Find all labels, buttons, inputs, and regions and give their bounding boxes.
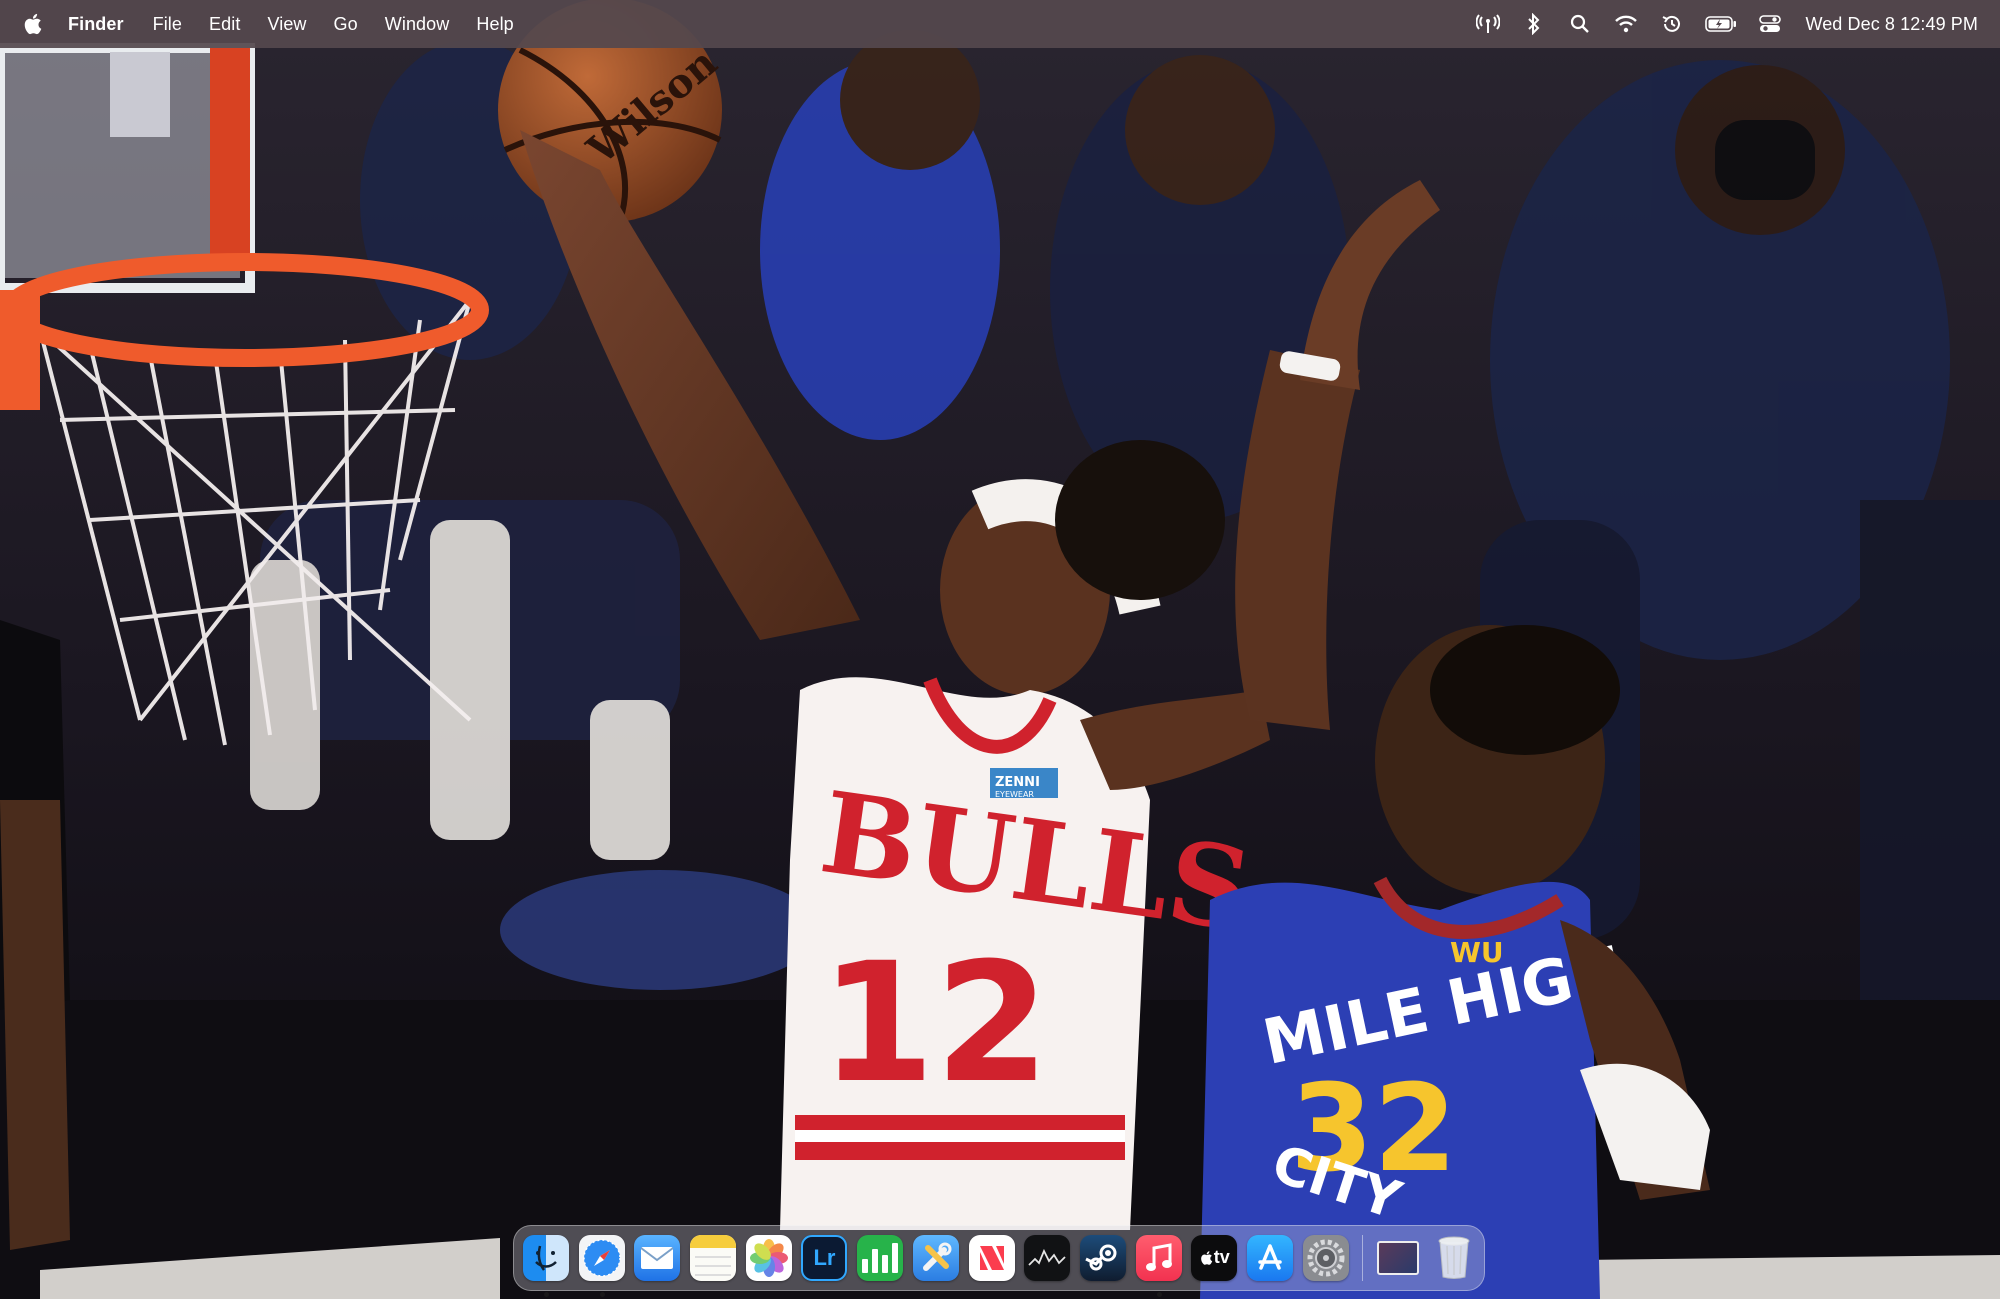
bulls-jersey-number: 12 — [820, 927, 1050, 1119]
wu-patch-text: WU — [1450, 936, 1504, 969]
dock-app-tools[interactable] — [912, 1234, 960, 1282]
menu-file[interactable]: File — [153, 14, 182, 35]
notes-icon — [690, 1234, 737, 1281]
apple-menu-icon[interactable] — [22, 12, 44, 36]
menu-edit[interactable]: Edit — [209, 14, 240, 35]
lightroom-icon: Lr — [801, 1234, 848, 1281]
trash-icon — [1431, 1235, 1477, 1281]
dock-downloads-stack[interactable] — [1375, 1235, 1422, 1282]
apple-tv-icon: tv — [1191, 1234, 1238, 1281]
menu-view[interactable]: View — [267, 14, 306, 35]
zenni-patch-text: ZENNI — [995, 775, 1040, 790]
finder-icon — [523, 1234, 569, 1281]
menu-go[interactable]: Go — [334, 14, 358, 35]
spotlight-search-icon[interactable] — [1567, 13, 1593, 35]
apple-tv-label: tv — [1213, 1247, 1230, 1267]
photos-icon — [745, 1234, 792, 1281]
news-icon — [968, 1234, 1015, 1281]
bluetooth-icon[interactable] — [1521, 13, 1547, 35]
desktop-wallpaper: Wilson BULLS 12 ZENNI EYEWEAR MILE HIGH … — [0, 0, 2000, 1299]
dock-app-photos[interactable] — [745, 1234, 793, 1282]
menu-bar: Finder File Edit View Go Window Help Wed… — [0, 0, 2000, 48]
dock-app-finder[interactable] — [523, 1234, 570, 1297]
dock: Lr tv — [513, 1225, 1485, 1297]
mail-icon — [634, 1234, 681, 1281]
running-indicator — [544, 1291, 549, 1297]
battery-charging-icon[interactable] — [1705, 13, 1737, 35]
dock-app-system-preferences[interactable] — [1302, 1234, 1350, 1282]
dock-app-news[interactable] — [968, 1234, 1016, 1282]
steam-icon — [1079, 1234, 1126, 1281]
music-icon — [1135, 1234, 1182, 1281]
stocks-icon — [1024, 1234, 1071, 1281]
menu-help[interactable]: Help — [476, 14, 513, 35]
dock-app-notes[interactable] — [690, 1234, 737, 1282]
menu-app-finder[interactable]: Finder — [68, 14, 124, 35]
dock-app-apple-tv[interactable]: tv — [1191, 1234, 1238, 1282]
dock-app-mail[interactable] — [634, 1234, 681, 1282]
dock-app-app-store[interactable] — [1246, 1234, 1294, 1282]
safari-icon — [578, 1234, 625, 1281]
running-indicator — [599, 1291, 605, 1297]
airdrop-icon[interactable] — [1475, 13, 1501, 35]
zenni-patch-sub: EYEWEAR — [995, 790, 1034, 799]
menu-window[interactable]: Window — [385, 14, 450, 35]
tools-icon — [912, 1234, 959, 1281]
dock-app-safari[interactable] — [578, 1234, 626, 1297]
wifi-icon[interactable] — [1613, 13, 1639, 35]
time-machine-icon[interactable] — [1659, 13, 1685, 35]
dock-app-lightroom[interactable]: Lr — [801, 1234, 848, 1282]
numbers-icon — [857, 1234, 904, 1281]
menubar-clock[interactable]: Wed Dec 8 12:49 PM — [1805, 14, 1978, 35]
app-store-icon — [1246, 1234, 1293, 1281]
dock-separator — [1362, 1235, 1364, 1281]
system-preferences-icon — [1302, 1234, 1349, 1281]
dock-app-steam[interactable] — [1079, 1234, 1127, 1282]
downloads-stack-icon — [1375, 1235, 1421, 1281]
control-center-icon[interactable] — [1757, 13, 1783, 35]
lightroom-label: Lr — [813, 1244, 836, 1270]
dock-app-numbers[interactable] — [857, 1234, 904, 1282]
dock-trash[interactable] — [1431, 1235, 1478, 1282]
dock-app-stocks[interactable] — [1024, 1234, 1071, 1282]
running-indicator — [1156, 1291, 1162, 1297]
dock-app-music[interactable] — [1135, 1234, 1183, 1297]
